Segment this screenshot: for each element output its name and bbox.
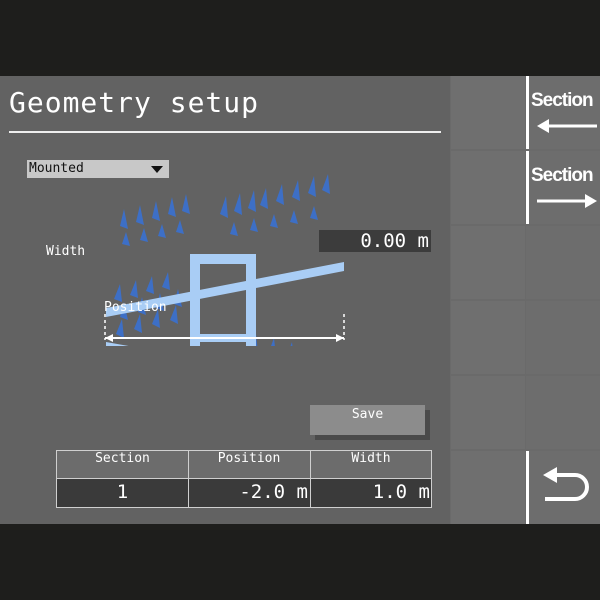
width-label: Width bbox=[46, 244, 86, 259]
chevron-down-icon bbox=[151, 166, 163, 173]
section-table: Section Position Width 1 -2.0 m 1.0 m bbox=[56, 450, 432, 508]
softkey-empty[interactable] bbox=[526, 301, 600, 374]
cell-section[interactable]: 1 bbox=[57, 479, 188, 507]
header-width: Width bbox=[351, 451, 391, 466]
softkey-empty[interactable] bbox=[451, 301, 525, 374]
softkey-empty[interactable] bbox=[526, 376, 600, 449]
column-divider bbox=[310, 451, 311, 507]
softkey-empty[interactable] bbox=[451, 151, 525, 224]
cell-width[interactable]: 1.0 m bbox=[310, 479, 432, 507]
arrow-right-icon bbox=[537, 194, 597, 208]
softkey-column-left bbox=[451, 76, 525, 524]
header-position: Position bbox=[217, 451, 281, 466]
table-header: Section Position Width bbox=[57, 451, 431, 479]
header-section: Section bbox=[95, 451, 150, 466]
value-readout[interactable]: 0.00 m bbox=[319, 230, 431, 252]
cell-position[interactable]: -2.0 m bbox=[188, 479, 310, 507]
position-label: Position bbox=[104, 300, 167, 315]
arrow-left-icon bbox=[537, 119, 597, 133]
softkey-empty[interactable] bbox=[451, 76, 525, 149]
softkey-empty[interactable] bbox=[451, 376, 525, 449]
softkey-empty[interactable] bbox=[526, 226, 600, 299]
save-button[interactable]: Save bbox=[310, 405, 425, 435]
mount-type-value: Mounted bbox=[29, 161, 84, 176]
return-icon bbox=[543, 467, 589, 501]
softkey-empty[interactable] bbox=[451, 451, 525, 524]
section-prev-button[interactable]: Section bbox=[526, 76, 600, 149]
tines-top bbox=[114, 174, 330, 302]
title-divider bbox=[9, 131, 441, 133]
back-button[interactable] bbox=[526, 451, 600, 524]
table-row[interactable]: 1 -2.0 m 1.0 m bbox=[57, 479, 431, 507]
section-prev-label: Section bbox=[531, 90, 594, 111]
section-next-button[interactable]: Section bbox=[526, 151, 600, 224]
softkey-empty[interactable] bbox=[451, 226, 525, 299]
terminal-screen: Geometry setup Mounted Width Position 0.… bbox=[0, 76, 600, 524]
section-next-label: Section bbox=[531, 165, 594, 186]
page-title: Geometry setup bbox=[9, 86, 260, 119]
column-divider bbox=[188, 451, 189, 507]
main-panel: Geometry setup Mounted Width Position 0.… bbox=[0, 76, 450, 524]
width-dimension-line bbox=[104, 314, 345, 342]
